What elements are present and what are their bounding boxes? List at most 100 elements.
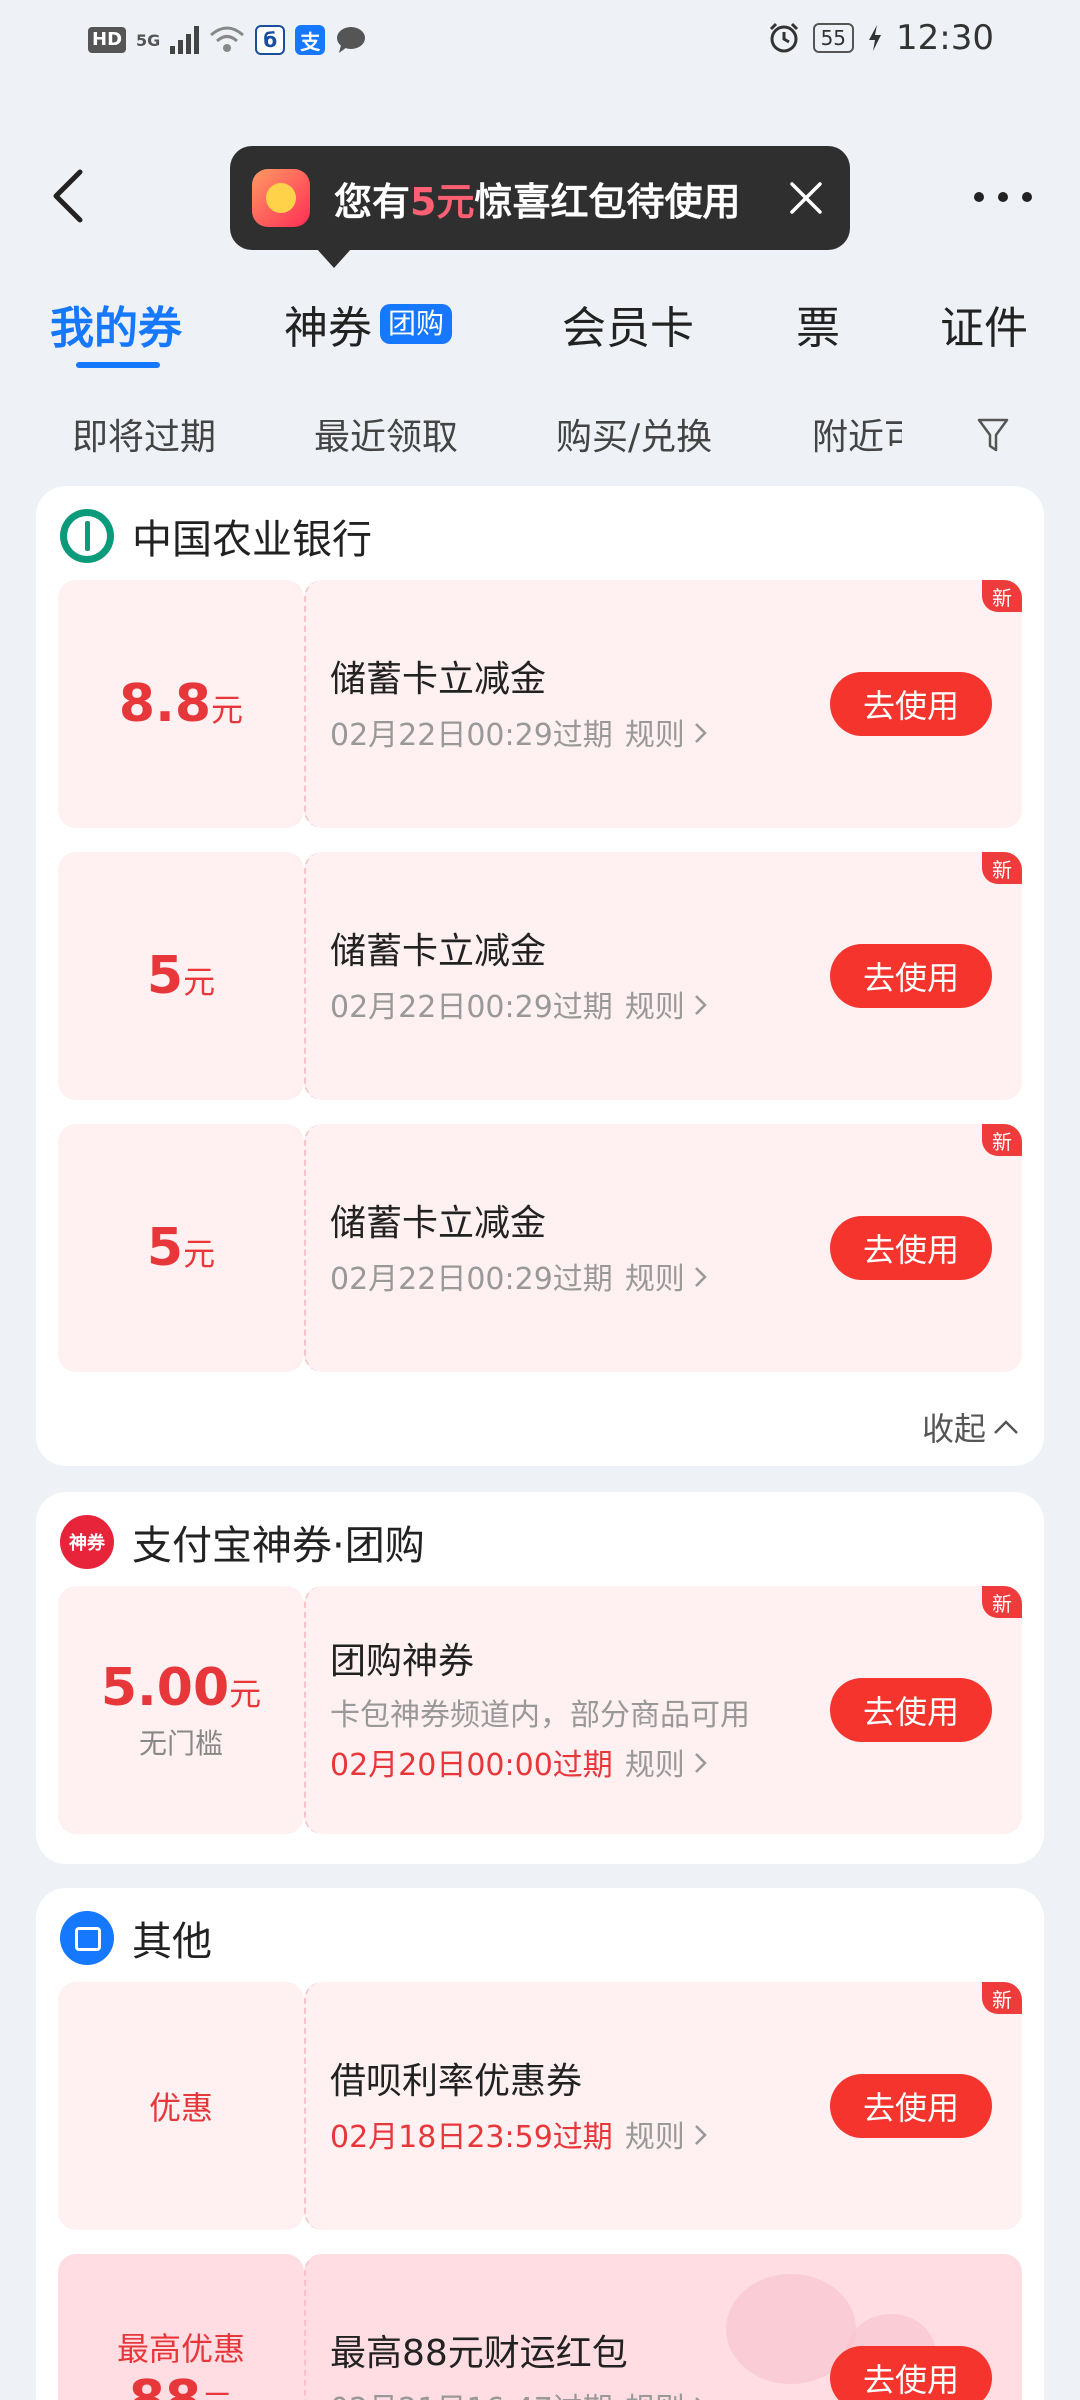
coupon-expire-date: 02月22日00:29过期 (330, 1262, 613, 1297)
coupon-card[interactable]: 8.8元 储蓄卡立减金 02月22日00:29过期 规则 去使用 新 (58, 580, 1022, 828)
amount-unit: 元 (201, 2387, 233, 2400)
group-card-other: 其他 优惠 借呗利率优惠券 02月18日23:59过期 规则 去使用 新 最高优… (36, 1888, 1044, 2400)
amount-value: 5.00 (100, 1658, 230, 1718)
coupon-expire-date: 02月21日16:47过期 (330, 2384, 613, 2400)
filter-button[interactable] (976, 416, 1010, 454)
coupon-amount: 5.00元 (101, 1658, 261, 1718)
coupon-title: 储蓄卡立减金 (330, 1203, 547, 1244)
amount-value: 5 (146, 1218, 184, 1278)
chevron-up-icon (994, 1420, 1018, 1434)
super-coupon-logo-icon: 神券 (60, 1515, 114, 1569)
tab-tickets[interactable]: 票 (796, 292, 840, 356)
filter-nearby-clip: 附近可用 (812, 400, 902, 470)
collapse-button[interactable]: 收起 (922, 1404, 1020, 1450)
coupon-expire-row: 02月21日16:47过期 规则 (330, 2384, 708, 2400)
amount-value: 88 (128, 2370, 202, 2400)
amount-value: 5 (146, 946, 184, 1006)
coupon-info-area: 团购神券 卡包神券频道内，部分商品可用 02月20日00:00过期 规则 去使用… (304, 1586, 1022, 1834)
rule-label: 规则 (624, 2120, 685, 2155)
filter-purchased[interactable]: 购买/兑换 (556, 408, 712, 460)
rule-link[interactable]: 规则 (625, 982, 709, 1026)
filter-row: 即将过期 最近领取 购买/兑换 (0, 400, 1080, 460)
use-button[interactable]: 去使用 (830, 2074, 992, 2138)
coupon-amount: 8.8元 (119, 674, 243, 734)
promo-close-button[interactable] (786, 178, 826, 218)
rule-link[interactable]: 规则 (625, 2384, 709, 2400)
tab-documents[interactable]: 证件 (940, 292, 1028, 356)
group-buy-badge: 团购 (380, 304, 453, 344)
box-icon (60, 1911, 114, 1965)
new-tag: 新 (982, 1124, 1022, 1156)
amount-unit: 元 (183, 1235, 216, 1273)
signal-icon (170, 26, 200, 54)
funnel-icon (977, 418, 1009, 452)
coupon-expire-date: 02月20日00:00过期 (330, 1748, 613, 1783)
coupon-card[interactable]: 优惠 借呗利率优惠券 02月18日23:59过期 规则 去使用 新 (58, 1982, 1022, 2230)
tab-super-coupons[interactable]: 神券 团购 (284, 292, 453, 356)
coupon-card[interactable]: 5元 储蓄卡立减金 02月22日00:29过期 规则 去使用 新 (58, 852, 1022, 1100)
new-tag: 新 (982, 852, 1022, 884)
promo-bubble[interactable]: 您有5元惊喜红包待使用 (230, 146, 850, 268)
more-options-button[interactable] (972, 176, 1036, 216)
rule-link[interactable]: 规则 (625, 1254, 709, 1298)
use-button[interactable]: 去使用 (830, 1678, 992, 1742)
rule-link[interactable]: 规则 (625, 710, 709, 754)
rule-link[interactable]: 规则 (625, 2112, 709, 2156)
group-card-abc: 中国农业银行 8.8元 储蓄卡立减金 02月22日00:29过期 规则 去使用 … (36, 486, 1044, 1466)
rule-link[interactable]: 规则 (625, 1740, 709, 1784)
main-tabs: 我的券 神券 团购 会员卡 票 证件 (0, 280, 1080, 380)
chevron-right-icon (695, 1267, 708, 1287)
group-title: 支付宝神券·团购 (132, 1523, 425, 1569)
filter-recently-received[interactable]: 最近领取 (314, 408, 458, 460)
promo-amount: 5元 (410, 179, 475, 224)
use-button[interactable]: 去使用 (830, 2346, 992, 2400)
coupon-expire-date: 02月22日00:29过期 (330, 718, 613, 753)
coupon-amount-area: 5.00元 无门槛 (58, 1586, 304, 1834)
filter-nearby[interactable]: 附近可用 (812, 408, 902, 460)
coupon-description: 卡包神券频道内，部分商品可用 (330, 1698, 750, 1733)
message-icon (337, 27, 366, 53)
battery-level: 55 (812, 23, 855, 53)
charging-icon (869, 25, 882, 51)
network-label: 5G (136, 30, 161, 50)
tab-my-coupons[interactable]: 我的券 (50, 292, 182, 356)
ocean-app-icon: б (255, 25, 286, 55)
alarm-icon (769, 22, 798, 53)
chevron-right-icon (695, 723, 708, 743)
amount-unit: 元 (183, 963, 216, 1001)
coupon-card[interactable]: 5元 储蓄卡立减金 02月22日00:29过期 规则 去使用 新 (58, 1124, 1022, 1372)
filter-expiring-soon[interactable]: 即将过期 (72, 408, 216, 460)
promo-text: 您有5元惊喜红包待使用 (334, 171, 740, 226)
coupon-amount-area: 最高优惠 88元 (58, 2254, 304, 2400)
coupon-title: 团购神券 (330, 1641, 475, 1682)
active-tab-indicator (76, 362, 160, 368)
coupon-amount-prefix: 最高优惠 (116, 2330, 245, 2368)
group-header: 其他 (60, 1910, 212, 1966)
red-packet-icon (252, 169, 310, 227)
tab-membership-cards[interactable]: 会员卡 (562, 292, 694, 356)
coupon-amount-text: 优惠 (148, 2089, 213, 2127)
coupon-amount: 5元 (147, 1218, 215, 1278)
promo-suffix: 惊喜红包待使用 (474, 179, 741, 224)
coupon-amount-area: 优惠 (58, 1982, 304, 2230)
coupon-expire-date: 02月18日23:59过期 (330, 2120, 613, 2155)
coupon-card[interactable]: 最高优惠 88元 最高88元财运红包 02月21日16:47过期 规则 去使用 (58, 2254, 1022, 2400)
coupon-expire-row: 02月22日00:29过期 规则 (330, 710, 708, 754)
coupon-card[interactable]: 5.00元 无门槛 团购神券 卡包神券频道内，部分商品可用 02月20日00:0… (58, 1586, 1022, 1834)
coupon-expire-row: 02月20日00:00过期 规则 (330, 1740, 708, 1784)
use-button[interactable]: 去使用 (830, 1216, 992, 1280)
chevron-right-icon (695, 1753, 708, 1773)
alipay-icon: 支 (295, 25, 326, 55)
coupon-info-area: 最高88元财运红包 02月21日16:47过期 规则 去使用 (304, 2254, 1022, 2400)
coupon-title: 储蓄卡立减金 (330, 931, 547, 972)
back-button[interactable] (44, 160, 96, 232)
amount-unit: 元 (229, 1675, 262, 1713)
use-button[interactable]: 去使用 (830, 672, 992, 736)
clock-time: 12:30 (896, 18, 994, 58)
rule-label: 规则 (624, 1748, 685, 1783)
status-bar: HD 5G б 支 55 12:30 (0, 0, 1080, 80)
chevron-right-icon (695, 995, 708, 1015)
coupon-expire-date: 02月22日00:29过期 (330, 990, 613, 1025)
group-title: 其他 (132, 1919, 212, 1965)
use-button[interactable]: 去使用 (830, 944, 992, 1008)
